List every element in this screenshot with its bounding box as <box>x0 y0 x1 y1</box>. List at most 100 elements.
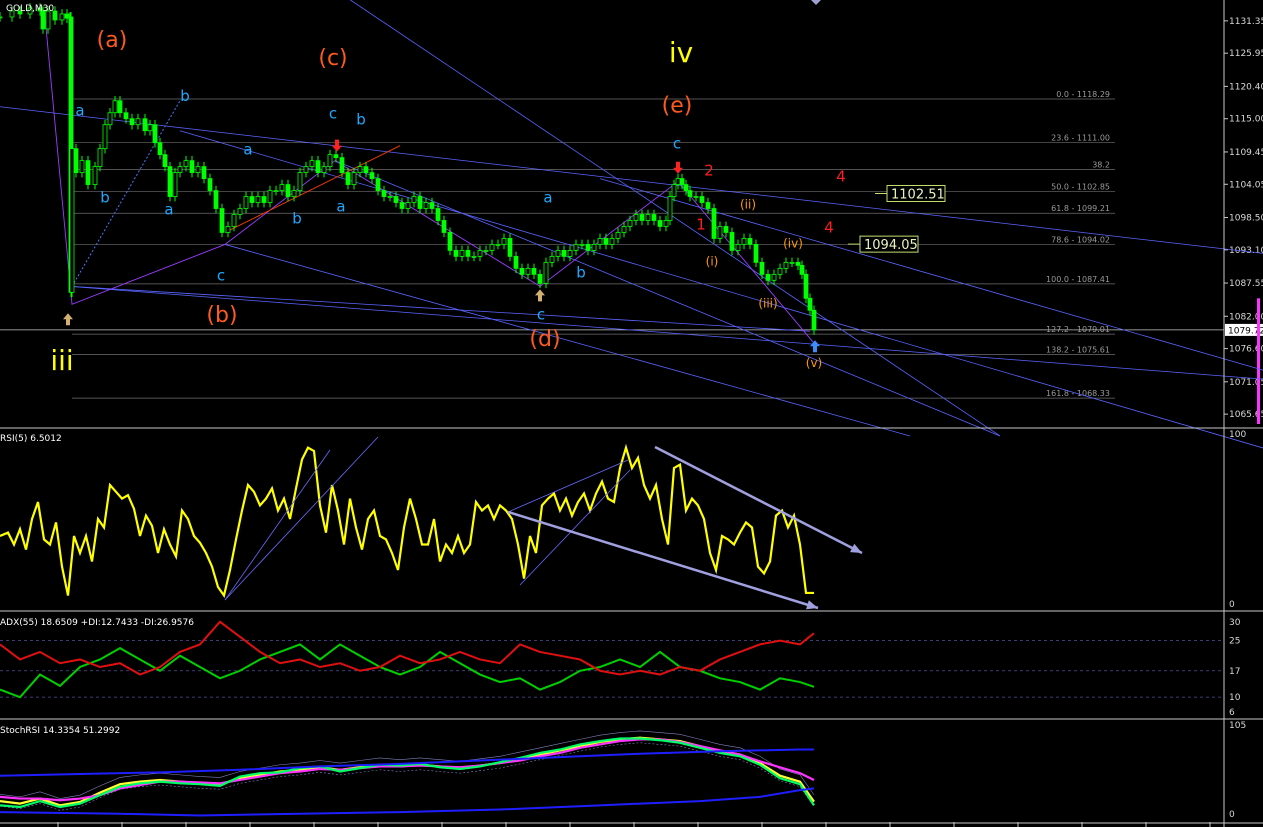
candle-body <box>675 178 681 185</box>
down-arrow-icon <box>673 161 683 174</box>
wave-label: iii <box>50 344 73 377</box>
candle-body <box>687 190 693 197</box>
candle-body <box>683 184 689 191</box>
candle-body <box>309 160 315 168</box>
candle-body <box>339 157 345 173</box>
candle-body <box>799 264 805 275</box>
candle-body <box>789 261 795 264</box>
candle-body <box>405 202 411 209</box>
candle-body <box>351 172 357 185</box>
candle-body <box>69 148 75 293</box>
candle-body <box>279 184 285 191</box>
candle-body <box>303 166 309 173</box>
candle-body <box>291 190 297 197</box>
candle-body <box>693 196 699 198</box>
price-axis-marker <box>1257 298 1260 425</box>
candle-body <box>573 244 579 251</box>
candle-body <box>513 256 519 269</box>
y-tick-label: 1087.55 <box>1229 279 1263 289</box>
rsi-tick-label: 0 <box>1229 600 1235 610</box>
candle-body <box>142 118 148 132</box>
candle-body <box>579 244 585 246</box>
candle-body <box>363 166 369 173</box>
wave-label: (v) <box>806 356 822 370</box>
stochrsi-panel[interactable]: 105 0 <box>0 721 1246 827</box>
candle-body <box>671 184 677 197</box>
candle-body <box>357 166 363 173</box>
adx-tick-label: 17 <box>1229 667 1240 677</box>
candle-body <box>333 154 339 159</box>
wave-label: a <box>243 141 252 159</box>
wave-label: (i) <box>706 254 719 268</box>
wave-zigzag <box>44 16 815 344</box>
stoch-series-line <box>0 748 814 777</box>
adx-panel[interactable]: 30 25 17 10 6 <box>0 618 1241 718</box>
price-box-label: 1094.05 <box>864 238 918 253</box>
wave-label: (e) <box>662 94 693 119</box>
candle-body <box>117 100 123 114</box>
trading-chart[interactable]: 1131.35 1125.95 1120.40 1115.00 1109.45 1104.… <box>0 0 1263 827</box>
y-tick-label: 1093.10 <box>1229 246 1263 256</box>
candle-body <box>471 256 477 258</box>
rsi-line <box>0 443 814 599</box>
candle-body <box>237 208 243 215</box>
candle-body <box>375 178 381 191</box>
candle-body <box>315 160 321 173</box>
candle-body <box>717 226 723 239</box>
candle-body <box>525 267 531 275</box>
wave-label: a <box>164 201 173 219</box>
dotted-wave-line <box>71 100 181 287</box>
candle-body <box>483 250 489 252</box>
adx-title: ADX(55) 18.6509 +DI:12.7433 -DI:26.9576 <box>0 618 194 628</box>
wave-label: 1 <box>696 215 706 233</box>
y-tick-label: 1131.35 <box>1229 17 1263 27</box>
candle-body <box>225 226 231 233</box>
candle-body <box>387 196 393 198</box>
fib-level-label: 38.2 <box>1092 161 1110 170</box>
candle-body <box>609 238 615 245</box>
wave-label: a <box>543 189 552 207</box>
candle-body <box>441 220 447 233</box>
adx-tick-label: 10 <box>1229 693 1241 703</box>
stochrsi-title: StochRSI 14.3354 51.2992 <box>0 726 120 736</box>
wave-label: b <box>180 87 190 105</box>
candle-body <box>411 196 417 203</box>
wave-label: b <box>100 189 110 207</box>
candle-body <box>157 142 163 156</box>
candle-body <box>399 202 405 209</box>
candle-body <box>381 190 387 197</box>
candle-body <box>667 196 673 221</box>
candle-body <box>795 261 801 266</box>
rsi-panel[interactable]: 100 0 <box>0 430 1246 610</box>
candle-body <box>0 16 3 19</box>
candle-body <box>453 250 459 257</box>
candle-body <box>135 118 141 126</box>
candle-body <box>699 196 705 203</box>
wave-label: 2 <box>704 162 714 180</box>
candle-body <box>327 154 333 168</box>
adx-tick-label: 6 <box>1229 708 1235 718</box>
price-box-label: 1102.51 <box>891 187 945 202</box>
wave-label: (iii) <box>758 296 777 310</box>
candle-body <box>501 238 507 245</box>
candle-body <box>495 244 501 246</box>
candle-body <box>591 244 597 251</box>
candle-body <box>657 220 663 227</box>
y-tick-label: 1115.00 <box>1229 115 1263 125</box>
adx-tick-label: 30 <box>1229 618 1241 628</box>
y-tick-label: 1120.40 <box>1229 82 1263 92</box>
adx-tick-label: 25 <box>1229 637 1240 647</box>
rsi-arrowhead-icon <box>806 600 818 610</box>
price-panel[interactable]: 1131.35 1125.95 1120.40 1115.00 1109.45 1104.… <box>0 0 1263 449</box>
candle-body <box>489 244 495 251</box>
candle-body <box>567 250 573 257</box>
candle-body <box>555 250 561 257</box>
trend-line <box>69 285 811 332</box>
wave-label: c <box>537 305 545 323</box>
y-tick-label: 1125.95 <box>1229 49 1263 59</box>
panel-frames <box>0 0 1263 827</box>
wave-label: (iv) <box>783 236 803 250</box>
candle-body <box>231 214 237 227</box>
adx-series-line <box>0 620 815 676</box>
fib-level-label: 0.0 - 1118.29 <box>1056 90 1110 99</box>
